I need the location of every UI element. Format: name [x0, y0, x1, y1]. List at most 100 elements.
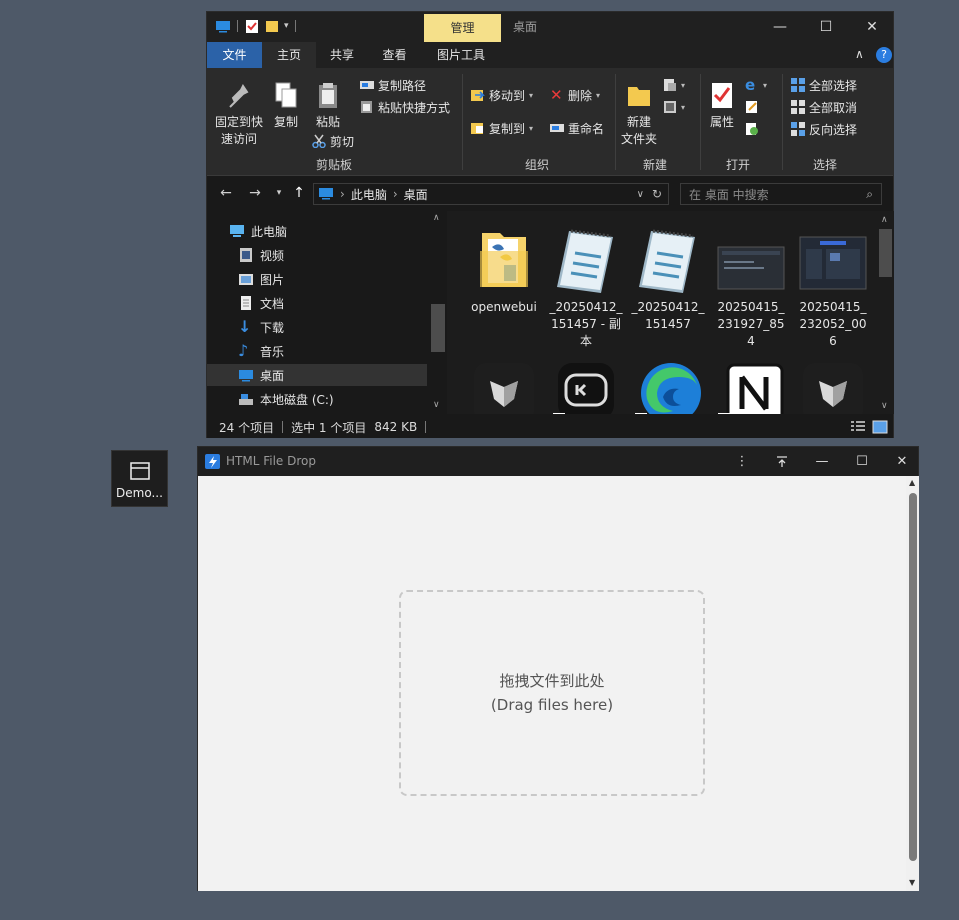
help-icon[interactable]: ?	[876, 47, 892, 63]
delete-button[interactable]: ✕ 删除 ▾	[550, 86, 600, 104]
tree-item-local-disk[interactable]: 本地磁盘 (C:)	[207, 388, 427, 410]
scroll-down-icon[interactable]: ∨	[433, 400, 440, 410]
details-view-icon[interactable]	[850, 420, 866, 437]
tab-picture-tools[interactable]: 图片工具	[421, 42, 501, 68]
explorer-title-bar: ▾ 管理 桌面 — ☐ ✕	[207, 12, 893, 42]
scroll-down-icon[interactable]: ▼	[909, 878, 915, 887]
chevron-down-icon[interactable]: ∨	[637, 189, 644, 200]
cut-button[interactable]: 剪切	[312, 132, 354, 150]
divider	[425, 421, 427, 433]
pin-on-top-button[interactable]	[762, 447, 802, 476]
edit-button[interactable]	[745, 98, 759, 116]
breadcrumb-separator: ›	[340, 187, 345, 201]
recent-locations-button[interactable]: ▾	[269, 188, 289, 198]
invert-selection-button[interactable]: 反向选择	[791, 120, 857, 138]
desktop-icon[interactable]	[215, 18, 231, 34]
forward-button[interactable]: →	[245, 185, 265, 201]
new-folder-icon[interactable]	[264, 18, 280, 34]
file-item-edge-shortcut[interactable]	[630, 363, 706, 414]
scroll-up-icon[interactable]: ∧	[433, 213, 440, 223]
scroll-thumb[interactable]	[879, 229, 892, 277]
copy-path-button[interactable]: 复制路径	[360, 76, 426, 94]
breadcrumb-this-pc[interactable]: 此电脑	[351, 186, 387, 203]
video-icon	[238, 247, 254, 263]
file-item-notion-shortcut[interactable]	[713, 363, 789, 414]
scroll-thumb[interactable]	[909, 493, 917, 861]
search-input[interactable]: 在 桌面 中搜索 ⌕	[680, 183, 882, 205]
navigation-scrollbar[interactable]: ∧ ∨	[429, 211, 445, 414]
scroll-down-icon[interactable]: ∨	[881, 401, 888, 411]
pin-quick-access-button[interactable]: 固定到快 速访问	[213, 80, 265, 148]
properties-icon[interactable]	[244, 18, 260, 34]
chevron-down-icon: ▾	[681, 102, 686, 112]
tab-manage[interactable]: 管理	[424, 14, 501, 42]
copy-to-button[interactable]: 复制到 ▾	[471, 119, 533, 137]
tree-item-videos[interactable]: 视频	[207, 244, 427, 266]
demo-window-tile[interactable]: Demo...	[111, 450, 168, 507]
new-folder-button[interactable]: 新建 文件夹	[619, 80, 659, 148]
drop-zone[interactable]: 拖拽文件到此处 (Drag files here)	[399, 590, 705, 796]
file-item-app-3[interactable]	[795, 363, 871, 414]
paste-shortcut-button[interactable]: 粘贴快捷方式	[360, 98, 450, 116]
file-item-openwebui[interactable]: openwebui	[466, 223, 542, 316]
close-button[interactable]: ✕	[849, 12, 895, 42]
pc-icon	[318, 186, 334, 203]
refresh-icon[interactable]: ↻	[652, 187, 662, 201]
close-button[interactable]: ✕	[882, 447, 922, 476]
tree-item-this-pc[interactable]: 此电脑	[207, 220, 427, 242]
breadcrumb-desktop[interactable]: 桌面	[404, 186, 428, 203]
file-item-notepad[interactable]: _20250412_ 151457	[630, 223, 706, 333]
tab-share[interactable]: 共享	[316, 42, 368, 68]
file-item-screenshot-2[interactable]: 20250415_ 232052_00 6	[795, 223, 871, 350]
file-item-notepad-copy[interactable]: _20250412_ 151457 - 副 本	[548, 223, 624, 350]
select-all-button[interactable]: 全部选择	[791, 76, 857, 94]
maximize-button[interactable]: ☐	[842, 447, 882, 476]
minimize-button[interactable]: —	[802, 447, 842, 476]
chevron-down-icon[interactable]: ▾	[284, 21, 289, 31]
rename-button[interactable]: 重命名	[550, 119, 604, 137]
back-button[interactable]: ←	[216, 185, 236, 201]
app-icon	[553, 363, 614, 414]
up-button[interactable]: ↑	[289, 185, 309, 201]
properties-button[interactable]: 属性	[705, 80, 739, 131]
minimize-button[interactable]: —	[757, 12, 803, 42]
tree-item-music[interactable]: ♪ 音乐	[207, 340, 427, 362]
tab-file[interactable]: 文件	[207, 42, 262, 68]
tree-item-documents[interactable]: 文档	[207, 292, 427, 314]
tab-view[interactable]: 查看	[368, 42, 421, 68]
file-item-screenshot-1[interactable]: 20250415_ 231927_85 4	[713, 223, 789, 350]
file-list: openwebui _20250412_ 151457 - 副 本 _20250…	[447, 211, 877, 414]
collapse-ribbon-icon[interactable]: ∧	[855, 47, 864, 61]
pc-icon	[229, 223, 245, 239]
paste-button[interactable]: 粘贴	[311, 80, 345, 131]
file-item-app-1[interactable]	[466, 363, 542, 414]
new-item-button[interactable]: ▾	[663, 76, 685, 94]
copy-button[interactable]: 复制	[269, 80, 303, 131]
drop-body: 拖拽文件到此处 (Drag files here)	[198, 476, 906, 891]
rename-icon	[550, 121, 564, 135]
pin-icon	[777, 455, 787, 467]
history-button[interactable]	[745, 120, 759, 138]
notion-icon	[718, 363, 784, 414]
large-icons-view-icon[interactable]	[872, 420, 888, 437]
scroll-up-icon[interactable]: ∧	[881, 215, 888, 225]
move-to-button[interactable]: 移动到 ▾	[471, 86, 533, 104]
new-group-label: 新建	[642, 158, 667, 172]
menu-button[interactable]: ⋮	[722, 447, 762, 476]
drop-zone-label-cn: 拖拽文件到此处	[499, 672, 605, 690]
tree-item-pictures[interactable]: 图片	[207, 268, 427, 290]
tab-home[interactable]: 主页	[262, 42, 316, 68]
select-none-button[interactable]: 全部取消	[791, 98, 857, 116]
scroll-thumb[interactable]	[431, 304, 445, 352]
address-input[interactable]: › 此电脑 › 桌面 ∨ ↻	[313, 183, 669, 205]
scroll-up-icon[interactable]: ▲	[909, 478, 915, 487]
drop-scrollbar[interactable]: ▲ ▼	[906, 476, 919, 891]
tree-item-desktop[interactable]: 桌面	[207, 364, 427, 386]
content-scrollbar[interactable]: ∧ ∨	[877, 211, 894, 414]
open-button[interactable]: e ▾	[745, 76, 767, 94]
file-item-app-2[interactable]	[548, 363, 624, 414]
easy-access-button[interactable]: ▾	[663, 98, 685, 116]
demo-tile-label: Demo...	[116, 486, 163, 500]
tree-item-downloads[interactable]: ↓ 下载	[207, 316, 427, 338]
maximize-button[interactable]: ☐	[803, 12, 849, 42]
